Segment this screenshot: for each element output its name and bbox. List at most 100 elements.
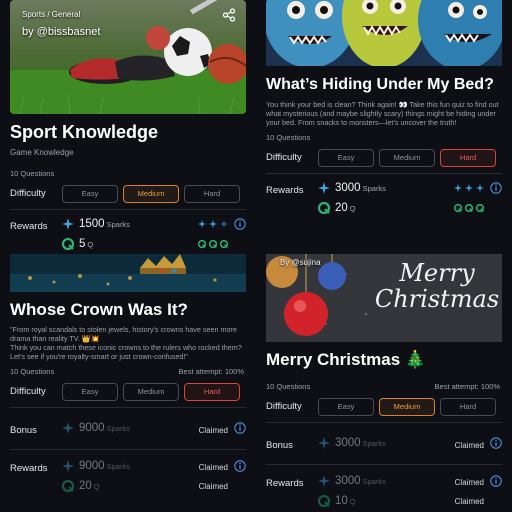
spark-icon xyxy=(318,182,330,194)
sparks-unit: Sparks xyxy=(106,461,130,471)
q-coin-icon xyxy=(318,495,330,507)
spark-icon xyxy=(318,437,330,449)
claimed-status: Claimed xyxy=(198,463,228,472)
difficulty-easy-button[interactable]: Easy xyxy=(62,184,118,203)
difficulty-easy-button[interactable]: Easy xyxy=(62,382,118,401)
card-banner-image: Sports / General by @bissbasnet xyxy=(10,0,246,114)
info-icon[interactable] xyxy=(234,460,246,472)
difficulty-medium-button[interactable]: Medium xyxy=(379,397,435,416)
best-attempt: Best attempt: 100% xyxy=(434,382,500,391)
difficulty-hard-button[interactable]: Hard xyxy=(440,148,496,167)
card-description: You think your bed is clean? Think again… xyxy=(266,100,499,127)
bonus-value: 9000 xyxy=(79,422,105,434)
question-count-row: 10 Questions xyxy=(10,169,244,178)
spark-icon xyxy=(220,220,228,228)
card-title[interactable]: Merry Christmas 🎄 xyxy=(266,350,512,370)
q-coin-icon xyxy=(476,204,484,212)
info-icon[interactable] xyxy=(234,218,246,230)
difficulty-label: Difficulty xyxy=(10,188,46,199)
difficulty-hard-button[interactable]: Hard xyxy=(184,382,240,401)
difficulty-easy-button[interactable]: Easy xyxy=(318,397,374,416)
card-title[interactable]: Sport Knowledge xyxy=(10,122,256,143)
bonus-sparks: 9000 Sparks xyxy=(62,422,130,434)
question-count-row: 10 Questions xyxy=(266,133,500,142)
spark-icon xyxy=(465,184,473,192)
info-icon[interactable] xyxy=(490,182,502,194)
question-count: 10 Questions xyxy=(10,169,55,178)
info-icon[interactable] xyxy=(234,422,246,434)
bonus-label: Bonus xyxy=(10,425,37,436)
quiz-card-merry-christmas[interactable]: By @sujina Merry Christmas Merry Christm… xyxy=(266,254,512,512)
difficulty-row: Difficulty Easy Medium Hard xyxy=(10,382,246,408)
info-icon[interactable] xyxy=(490,475,502,487)
question-count: 10 Questions xyxy=(10,367,55,376)
difficulty-label: Difficulty xyxy=(10,386,46,397)
q-reward: 5 Q xyxy=(62,238,93,250)
q-reward: 10 Q xyxy=(318,495,356,507)
bonus-unit: Sparks xyxy=(106,423,130,433)
spark-icon xyxy=(62,422,74,434)
quiz-card-sport-knowledge[interactable]: Sports / General by @bissbasnet Sport Kn… xyxy=(10,0,256,252)
author-byline[interactable]: By @sujina xyxy=(280,258,321,267)
q-reward: 20 Q xyxy=(62,480,100,492)
sparks-value: 3000 xyxy=(335,475,361,487)
difficulty-row: Difficulty Easy Medium Hard xyxy=(10,184,246,210)
difficulty-medium-button[interactable]: Medium xyxy=(123,382,179,401)
spark-tier-icons xyxy=(454,184,484,192)
spark-icon xyxy=(454,184,462,192)
share-icon[interactable] xyxy=(222,8,236,27)
difficulty-label: Difficulty xyxy=(266,152,302,163)
info-icon[interactable] xyxy=(490,437,502,449)
quiz-card-whose-crown[interactable]: Whose Crown Was It? "From royal scandals… xyxy=(10,254,256,512)
bonus-value: 3000 xyxy=(335,437,361,449)
bonus-label: Bonus xyxy=(266,440,293,451)
difficulty-easy-button[interactable]: Easy xyxy=(318,148,374,167)
monsters-image xyxy=(266,0,502,66)
spark-icon xyxy=(62,218,74,230)
card-banner-image xyxy=(266,0,502,66)
quiz-card-under-my-bed[interactable]: What’s Hiding Under My Bed? You think yo… xyxy=(266,0,512,252)
q-unit: Q xyxy=(349,203,356,213)
best-attempt: Best attempt: 100% xyxy=(178,367,244,376)
q-coin-icon xyxy=(318,202,330,214)
q-coin-icon xyxy=(62,480,74,492)
claimed-status: Claimed xyxy=(198,482,228,491)
difficulty-label: Difficulty xyxy=(266,401,302,412)
difficulty-hard-button[interactable]: Hard xyxy=(440,397,496,416)
rewards-label: Rewards xyxy=(266,185,304,196)
q-coin-icon xyxy=(220,240,228,248)
card-subtitle: Game Knowledge xyxy=(10,148,74,157)
claimed-status: Claimed xyxy=(454,478,484,487)
card-title[interactable]: Whose Crown Was It? xyxy=(10,300,256,320)
sparks-reward: 1500 Sparks xyxy=(62,218,130,230)
q-value: 20 xyxy=(79,480,92,492)
sparks-unit: Sparks xyxy=(362,183,386,193)
author-byline[interactable]: by @bissbasnet xyxy=(22,26,100,38)
crown-jewels-image xyxy=(10,254,246,292)
bonus-unit: Sparks xyxy=(362,438,386,448)
sparks-unit: Sparks xyxy=(106,219,130,229)
difficulty-row: Difficulty Easy Medium Hard xyxy=(266,148,502,174)
difficulty-medium-button[interactable]: Medium xyxy=(379,148,435,167)
q-coin-icon xyxy=(62,238,74,250)
q-unit: Q xyxy=(87,239,94,249)
question-count-row: 10 Questions Best attempt: 100% xyxy=(266,382,500,391)
sparks-value: 1500 xyxy=(79,218,105,230)
difficulty-medium-button[interactable]: Medium xyxy=(123,184,179,203)
spark-icon xyxy=(318,475,330,487)
q-coin-icon xyxy=(465,204,473,212)
spark-icon xyxy=(62,460,74,472)
sparks-value: 3000 xyxy=(335,182,361,194)
bonus-sparks: 3000 Sparks xyxy=(318,437,386,449)
spark-icon xyxy=(209,220,217,228)
q-tier-icons xyxy=(198,240,228,248)
rewards-section: Rewards 3000 Sparks 20 Q xyxy=(266,182,502,222)
difficulty-hard-button[interactable]: Hard xyxy=(184,184,240,203)
q-reward: 20 Q xyxy=(318,202,356,214)
card-title[interactable]: What’s Hiding Under My Bed? xyxy=(266,74,502,95)
spark-icon xyxy=(476,184,484,192)
sparks-reward: 3000 Sparks xyxy=(318,182,386,194)
banner-script-text: Merry Christmas xyxy=(374,259,500,313)
sparks-reward: 3000 Sparks xyxy=(318,475,386,487)
category-tag: Sports / General xyxy=(22,10,81,19)
